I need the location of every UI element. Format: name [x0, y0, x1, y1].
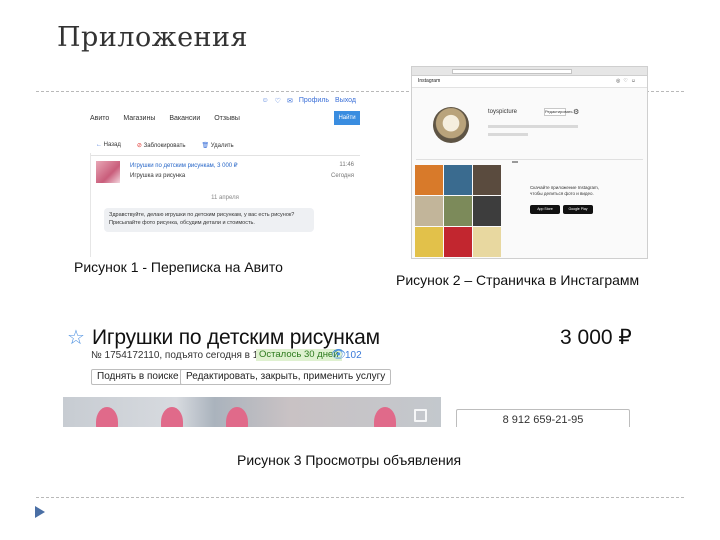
- instagram-header: Instagram ◎♡☺: [412, 76, 647, 88]
- profile-stats: [488, 125, 578, 128]
- back-button[interactable]: ← Назад: [96, 142, 121, 149]
- post-grid: [415, 165, 501, 257]
- avito-ad-screenshot: ☆ Игрушки по детским рисункам 3 000 ₽ № …: [63, 314, 643, 427]
- promote-button[interactable]: Поднять в поиске: [91, 369, 185, 385]
- browser-bar: [412, 67, 647, 76]
- post-tile[interactable]: [473, 196, 501, 226]
- fullscreen-icon[interactable]: [414, 409, 427, 422]
- instagram-logo[interactable]: Instagram: [418, 78, 440, 84]
- find-button[interactable]: Найти: [334, 111, 360, 125]
- nav-item-reviews[interactable]: Отзывы: [214, 115, 240, 122]
- promo-text: Скачайте приложение Instagram, чтобы дел…: [530, 185, 599, 196]
- post-tile[interactable]: [473, 227, 501, 257]
- profile-link[interactable]: Профиль: [299, 97, 329, 105]
- post-tile[interactable]: [415, 165, 443, 195]
- divider: [90, 153, 91, 257]
- profile-bio: [488, 133, 528, 136]
- delete-button[interactable]: 🗑 Удалить: [201, 142, 233, 149]
- chat-toolbar: ← Назад ⊘ Заблокировать 🗑 Удалить: [96, 142, 234, 149]
- block-label: Заблокировать: [143, 143, 186, 149]
- post-tile[interactable]: [473, 165, 501, 195]
- item-subtitle: Игрушка из рисунка: [130, 173, 186, 179]
- posts-tab[interactable]: [512, 161, 518, 163]
- block-icon: ⊘: [136, 143, 142, 149]
- item-thumbnail[interactable]: [96, 161, 120, 183]
- figure3-caption: Рисунок 3 Просмотры объявления: [237, 452, 462, 468]
- mail-icon[interactable]: ✉: [287, 97, 293, 105]
- item-title-link[interactable]: Игрушки по детским рисункам, 3 000 ₽: [130, 162, 238, 169]
- profile-username: toyspicture: [488, 109, 518, 115]
- nav-item-avito[interactable]: Авито: [90, 115, 109, 122]
- star-icon[interactable]: ☆: [67, 328, 85, 348]
- edit-profile-button[interactable]: Редактировать: [544, 108, 573, 116]
- slide-title: Приложения: [57, 22, 249, 53]
- post-tile[interactable]: [415, 196, 443, 226]
- ad-price: 3 000 ₽: [560, 326, 632, 349]
- nav-item-jobs[interactable]: Вакансии: [169, 115, 200, 122]
- top-icons: ☺ ♡ ✉ Профиль Выход: [262, 97, 356, 105]
- heart-icon[interactable]: ♡: [275, 97, 281, 105]
- post-tile[interactable]: [415, 227, 443, 257]
- post-tile[interactable]: [444, 227, 472, 257]
- delete-label: Удалить: [210, 143, 234, 149]
- nav-item-shops[interactable]: Магазины: [123, 115, 155, 122]
- figure1-caption: Рисунок 1 - Переписка на Авито: [74, 259, 283, 275]
- item-time: 11:46: [339, 162, 354, 168]
- item-date: Сегодня: [331, 173, 354, 179]
- google-play-button[interactable]: Google Play: [563, 205, 593, 214]
- slide-bullet-arrow-icon: [35, 506, 45, 518]
- block-button[interactable]: ⊘ Заблокировать: [137, 142, 186, 149]
- phone-button[interactable]: 8 912 659-21-95: [456, 409, 630, 427]
- divider: [90, 155, 360, 156]
- header-icons: ◎♡☺: [616, 78, 639, 84]
- back-label: Назад: [103, 142, 121, 148]
- eye-icon: 👁: [331, 347, 347, 361]
- figure2-caption: Рисунок 2 – Страничка в Инстаграмм: [396, 272, 640, 288]
- gear-icon[interactable]: ⚙: [573, 108, 579, 116]
- chat-message: Здравствуйте, делаю игрушки по детским р…: [104, 208, 314, 232]
- views-count[interactable]: 102: [345, 350, 362, 361]
- url-bar[interactable]: [452, 69, 572, 74]
- smile-icon[interactable]: ☺: [262, 97, 269, 105]
- arrow-left-icon: ←: [96, 142, 102, 148]
- app-store-button[interactable]: App Store: [530, 205, 560, 214]
- instagram-screenshot: Instagram ◎♡☺ toyspicture Редактировать …: [411, 66, 648, 259]
- profile-avatar[interactable]: [433, 107, 469, 143]
- logout-link[interactable]: Выход: [335, 97, 356, 105]
- trash-icon: 🗑: [201, 143, 210, 149]
- heart-icon[interactable]: ♡: [623, 78, 630, 84]
- status-badge: Осталось 30 дней: [256, 349, 342, 361]
- avito-nav: Авито Магазины Вакансии Отзывы: [90, 115, 240, 122]
- edit-ad-button[interactable]: Редактировать, закрыть, применить услугу: [180, 369, 392, 385]
- user-icon[interactable]: ☺: [631, 78, 639, 84]
- bottom-divider: [36, 497, 684, 498]
- avito-chat-screenshot: ☺ ♡ ✉ Профиль Выход Найти Авито Магазины…: [90, 95, 360, 257]
- post-tile[interactable]: [444, 165, 472, 195]
- post-tile[interactable]: [444, 196, 472, 226]
- day-separator: 11 апреля: [211, 195, 239, 201]
- ad-meta: № 1754172110, подъято сегодня в 12:44: [91, 350, 278, 361]
- divider: [416, 159, 643, 160]
- app-promo: Скачайте приложение Instagram, чтобы дел…: [530, 185, 610, 229]
